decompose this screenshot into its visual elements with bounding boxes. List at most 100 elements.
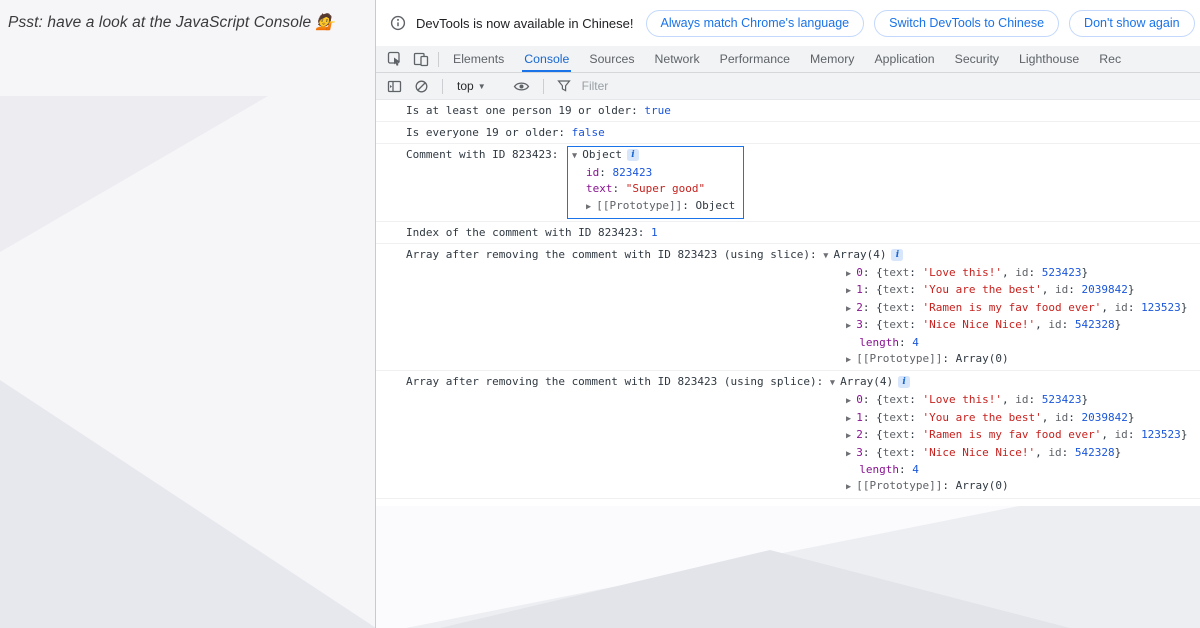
dont-show-again-button[interactable]: Don't show again: [1069, 9, 1195, 37]
live-expression-eye-icon[interactable]: [510, 79, 533, 94]
disclosure-triangle[interactable]: ▶: [846, 449, 856, 459]
disclosure-triangle[interactable]: ▶: [846, 355, 856, 365]
context-selector[interactable]: top ▼: [453, 79, 490, 93]
console-token: : {: [862, 300, 883, 314]
array-entry: ▶ 0: {text: 'Love this!', id: 523423}: [846, 392, 1192, 409]
tab-recorder[interactable]: Rec: [1089, 46, 1131, 72]
console-token: id: [1048, 318, 1062, 332]
tab-memory[interactable]: Memory: [800, 46, 864, 72]
console-token: :: [1127, 428, 1142, 442]
console-token: 'Love this!': [922, 393, 1002, 407]
disclosure-triangle[interactable]: ▶: [586, 202, 596, 212]
disclosure-triangle[interactable]: ▶: [846, 396, 856, 406]
console-token: Array(4): [840, 375, 894, 389]
tab-network[interactable]: Network: [645, 46, 710, 72]
console-token: Object: [695, 198, 736, 212]
info-icon[interactable]: i: [898, 376, 911, 389]
console-token: text: [882, 283, 910, 297]
console-token: }: [1127, 283, 1135, 297]
disclosure-triangle[interactable]: ▶: [846, 482, 856, 492]
console-token: text: [882, 266, 910, 279]
console-token: :: [899, 335, 913, 349]
console-token: Array after removing the comment with ID…: [406, 248, 824, 261]
console-token: 542328: [1074, 318, 1115, 332]
console-token: 542328: [1074, 445, 1115, 459]
console-token: 0: [856, 266, 863, 279]
console-token: 523423: [1041, 266, 1082, 279]
inspect-element-icon[interactable]: [382, 46, 408, 72]
console-token: [[Prototype]]: [856, 352, 943, 366]
tab-security[interactable]: Security: [945, 46, 1009, 72]
always-match-language-button[interactable]: Always match Chrome's language: [645, 9, 865, 37]
tab-console[interactable]: Console: [514, 46, 579, 72]
console-token: : {: [862, 283, 883, 297]
console-token: id: [1114, 428, 1128, 442]
tab-sources[interactable]: Sources: [579, 46, 644, 72]
array-children: ▶ 0: {text: 'Love this!', id: 523423} ▶ 1…: [846, 265, 1192, 368]
console-token: length: [859, 335, 899, 349]
clear-console-icon[interactable]: [411, 79, 432, 94]
disclosure-triangle[interactable]: ▶: [846, 286, 856, 296]
disclosure-triangle[interactable]: ▼: [823, 251, 833, 261]
console-token: [846, 463, 859, 476]
console-token: :: [909, 318, 923, 332]
console-token: 4: [912, 335, 919, 349]
console-token: : {: [862, 428, 883, 442]
console-token: ,: [1001, 393, 1016, 407]
console-token: Array(4): [833, 248, 887, 261]
console-token: id: [1054, 410, 1069, 424]
device-toolbar-icon[interactable]: [408, 46, 434, 72]
console-token: :: [909, 410, 923, 424]
disclosure-triangle[interactable]: ▶: [846, 414, 856, 424]
console-sidebar-icon[interactable]: [384, 79, 405, 94]
console-token: }: [1081, 266, 1089, 279]
console-input[interactable]: [405, 505, 1192, 506]
screenshot-root: Psst: have a look at the JavaScript Cons…: [0, 0, 1200, 628]
console-token: 2039842: [1081, 410, 1128, 424]
console-token: 'You are the best': [922, 410, 1042, 424]
filter-input[interactable]: Filter: [582, 79, 609, 93]
context-selector-value: top: [457, 79, 474, 93]
console-message: Is at least one person 19 or older: true: [376, 100, 1200, 122]
console-token: 'Love this!': [922, 266, 1002, 279]
toolbar-separator: [542, 78, 544, 94]
console-token: : {: [862, 266, 883, 279]
console-token: :: [682, 198, 696, 212]
tab-lighthouse[interactable]: Lighthouse: [1009, 46, 1089, 72]
console-body: Is at least one person 19 or older: true…: [376, 100, 1200, 506]
disclosure-triangle[interactable]: ▼: [572, 151, 582, 161]
console-token: Index of the comment with ID 823423:: [406, 226, 652, 239]
console-token: id: [585, 165, 600, 179]
switch-devtools-chinese-button[interactable]: Switch DevTools to Chinese: [874, 9, 1060, 37]
console-token: ,: [1035, 445, 1049, 459]
console-token: 3: [856, 445, 863, 459]
disclosure-triangle[interactable]: ▶: [846, 321, 856, 331]
tab-application[interactable]: Application: [864, 46, 944, 72]
disclosure-triangle[interactable]: ▶: [846, 304, 856, 314]
console-token: :: [612, 182, 626, 195]
console-token: 123523: [1141, 428, 1181, 442]
console-token: }: [1114, 445, 1122, 459]
console-token: ,: [1101, 428, 1115, 442]
devtools-resize-divider[interactable]: [375, 0, 376, 628]
array-children: ▶ 0: {text: 'Love this!', id: 523423} ▶ 1…: [846, 392, 1192, 495]
console-token: [846, 336, 859, 349]
notification-text: DevTools is now available in Chinese!: [416, 15, 634, 31]
console-token: id: [1015, 266, 1029, 279]
console-token: ,: [1041, 283, 1055, 297]
disclosure-triangle[interactable]: ▶: [846, 269, 856, 279]
console-token: "Super good": [625, 182, 706, 195]
info-icon[interactable]: i: [626, 149, 639, 161]
disclosure-triangle[interactable]: ▼: [830, 378, 840, 388]
disclosure-triangle[interactable]: ▶: [846, 431, 856, 441]
console-token: id: [1048, 445, 1062, 459]
console-token: Is at least one person 19 or older:: [406, 104, 645, 117]
console-token: 1: [856, 283, 863, 297]
console-token: 'Nice Nice Nice!': [922, 318, 1036, 332]
tab-performance[interactable]: Performance: [710, 46, 800, 72]
console-token: :: [899, 463, 913, 477]
console-token: }: [1127, 410, 1135, 424]
array-entry: ▶ [[Prototype]]: Array(0): [846, 478, 1192, 495]
info-icon[interactable]: i: [891, 249, 904, 261]
tab-elements[interactable]: Elements: [443, 46, 514, 72]
